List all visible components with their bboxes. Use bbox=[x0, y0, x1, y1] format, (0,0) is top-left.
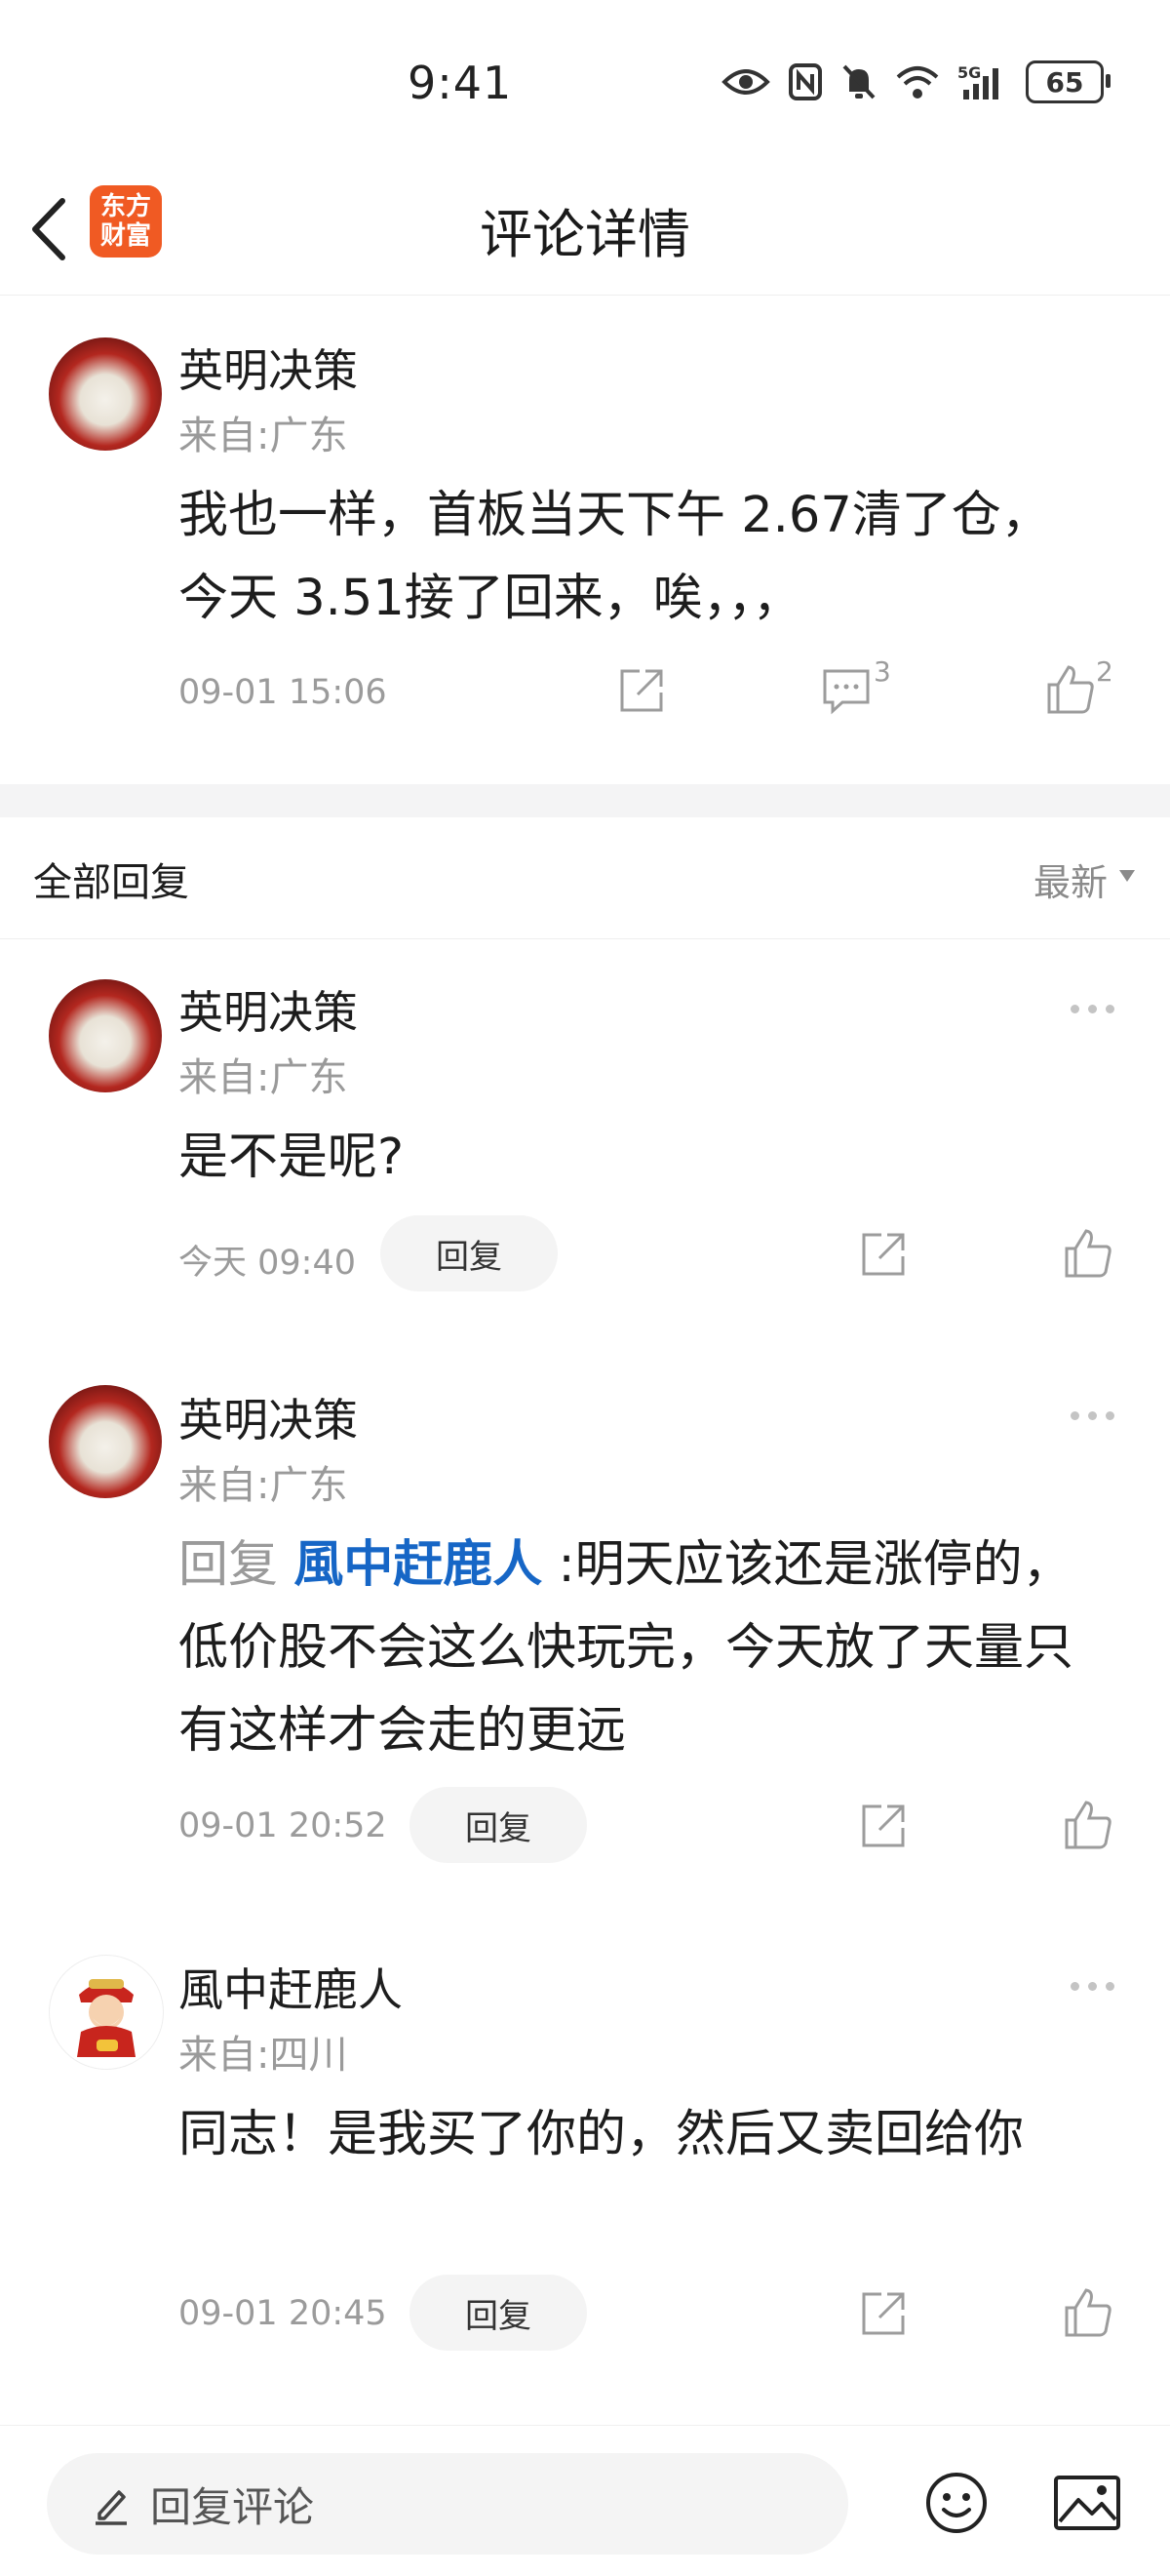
reply-author-name[interactable]: 英明决策 bbox=[178, 1385, 358, 1449]
share-icon bbox=[620, 669, 663, 712]
like-button[interactable] bbox=[1045, 663, 1096, 720]
comment-time: 09-01 15:06 bbox=[178, 673, 387, 712]
signal-icon: 5G bbox=[957, 63, 998, 99]
emoji-icon bbox=[926, 2473, 987, 2533]
caret-down-icon[interactable] bbox=[1117, 868, 1137, 884]
avatar[interactable] bbox=[49, 979, 162, 1092]
reply-target-link[interactable]: 風中赶鹿人 bbox=[293, 1536, 542, 1594]
reply-time: 09-01 20:45 bbox=[178, 2294, 387, 2333]
like-button[interactable] bbox=[1063, 1799, 1113, 1855]
avatar[interactable] bbox=[49, 1955, 164, 2070]
reply-button[interactable]: 回复 bbox=[410, 2275, 587, 2351]
like-count: 2 bbox=[1096, 655, 1113, 688]
share-button[interactable] bbox=[858, 1801, 909, 1855]
reply-author-name[interactable]: 英明决策 bbox=[178, 977, 358, 1042]
image-button[interactable] bbox=[1053, 2475, 1121, 2535]
replies-header: 全部回复 最新 bbox=[0, 817, 1170, 939]
like-icon bbox=[1065, 1801, 1112, 1849]
reply-author-location: 来自:广东 bbox=[178, 1055, 348, 1100]
page-title: 评论详情 bbox=[480, 204, 690, 265]
top-header: 东方 财富 评论详情 bbox=[0, 166, 1170, 296]
reply-text-block: 回复 風中赶鹿人 :明天应该还是涨停的，低价股不会这么快玩完，今天放了天量只有这… bbox=[178, 1524, 1095, 1772]
replies-title: 全部回复 bbox=[33, 860, 189, 905]
more-icon[interactable] bbox=[1071, 1982, 1114, 1991]
more-icon[interactable] bbox=[1071, 1005, 1114, 1013]
status-icons: 5G 65 bbox=[722, 60, 1111, 103]
status-time: 9:41 bbox=[408, 57, 513, 109]
reply-author-location: 来自:四川 bbox=[178, 2033, 348, 2078]
eye-icon bbox=[722, 69, 770, 95]
share-button[interactable] bbox=[858, 1229, 909, 1284]
reply-prefix: 回复 bbox=[178, 1536, 279, 1594]
reply-text: 是不是呢? bbox=[178, 1129, 405, 1186]
comment-text: 我也一样，首板当天下午 2.67清了仓，今天 3.51接了回来，唉，，， bbox=[178, 487, 1051, 627]
reply-time: 今天 09:40 bbox=[178, 1244, 356, 1283]
image-icon bbox=[1054, 2476, 1120, 2530]
author-name[interactable]: 英明决策 bbox=[178, 336, 358, 400]
more-icon[interactable] bbox=[1071, 1411, 1114, 1420]
reply-button[interactable]: 回复 bbox=[410, 1787, 587, 1863]
reply-author-location: 来自:广东 bbox=[178, 1463, 348, 1508]
like-button[interactable] bbox=[1063, 1227, 1113, 1284]
share-icon bbox=[862, 1804, 905, 1847]
battery-indicator: 65 bbox=[1026, 60, 1111, 103]
mute-icon bbox=[842, 64, 876, 99]
reply-button[interactable]: 回复 bbox=[380, 1215, 558, 1291]
share-button[interactable] bbox=[858, 2288, 909, 2343]
reply-time: 09-01 20:52 bbox=[178, 1806, 387, 1845]
section-divider bbox=[0, 784, 1170, 817]
like-icon bbox=[1047, 665, 1094, 714]
comment-count: 3 bbox=[874, 655, 891, 688]
avatar[interactable] bbox=[49, 337, 162, 451]
wifi-icon bbox=[896, 66, 939, 99]
avatar-illustration bbox=[77, 1979, 136, 2057]
author-location: 来自:广东 bbox=[178, 414, 348, 458]
like-icon bbox=[1065, 1229, 1112, 1278]
reply-author-name[interactable]: 風中赶鹿人 bbox=[178, 1955, 403, 2019]
reply-text: 同志！是我买了你的，然后又卖回给你 bbox=[178, 2106, 1025, 2163]
reply-input[interactable]: 回复评论 bbox=[47, 2453, 848, 2555]
share-icon bbox=[862, 1233, 905, 1276]
reply-input-placeholder: 回复评论 bbox=[150, 2482, 315, 2531]
avatar[interactable] bbox=[49, 1385, 162, 1498]
like-icon bbox=[1065, 2288, 1112, 2337]
pencil-icon bbox=[96, 2490, 127, 2525]
bottom-bar: 回复评论 bbox=[0, 2425, 1170, 2576]
comment-icon bbox=[823, 669, 870, 715]
like-button[interactable] bbox=[1063, 2286, 1113, 2343]
share-button[interactable] bbox=[616, 665, 667, 720]
nfc-icon bbox=[789, 63, 822, 100]
comment-button[interactable] bbox=[821, 665, 872, 720]
svg-text:5G: 5G bbox=[957, 63, 981, 82]
sort-dropdown-label[interactable]: 最新 bbox=[1034, 852, 1108, 906]
emoji-button[interactable] bbox=[924, 2471, 989, 2539]
share-icon bbox=[862, 2292, 905, 2335]
